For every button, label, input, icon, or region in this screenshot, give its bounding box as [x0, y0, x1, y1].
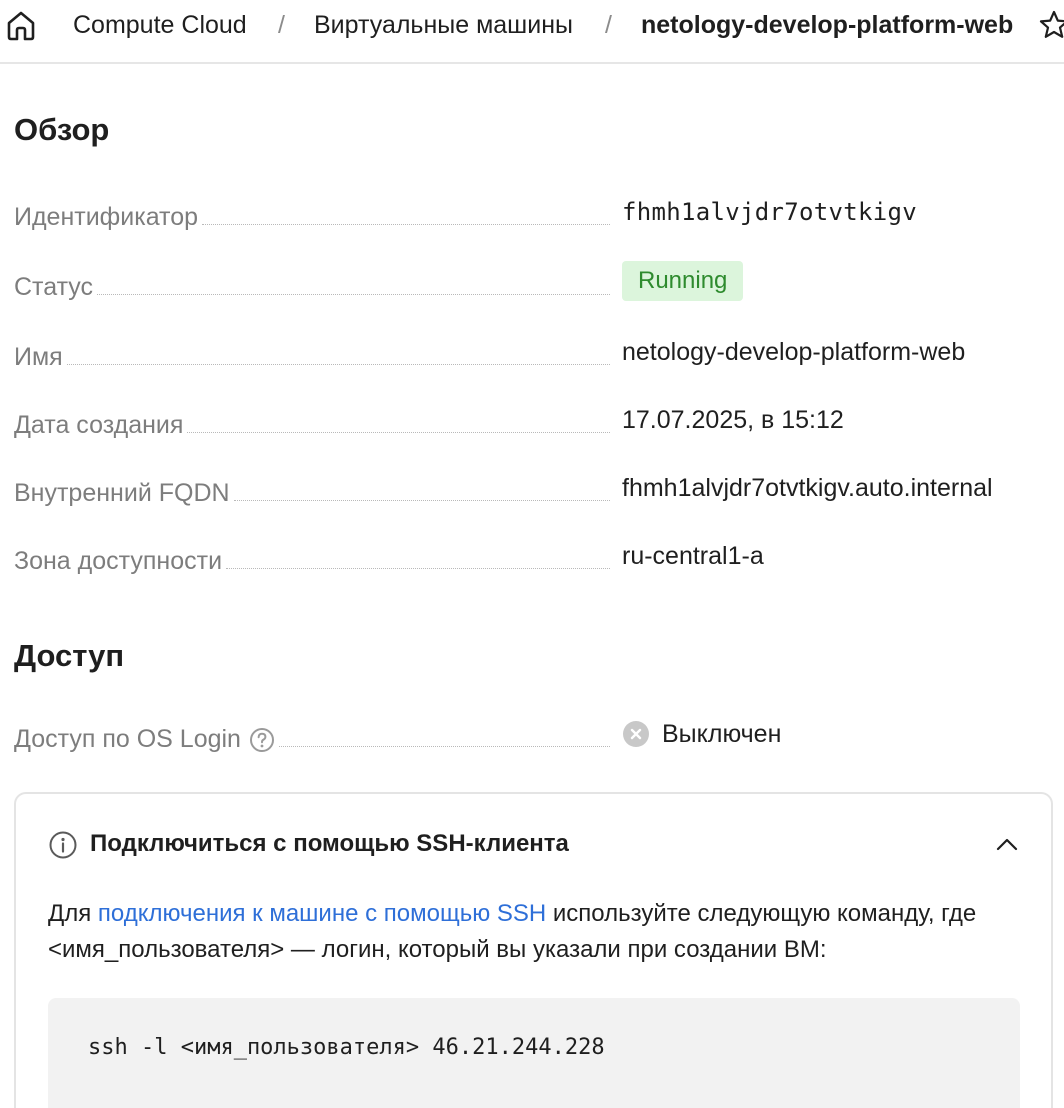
- zone-value: ru-central1-a: [622, 542, 764, 570]
- dotted-leader: [233, 500, 610, 501]
- breadcrumb-separator: /: [278, 11, 285, 39]
- row-id-label: Идентификатор: [14, 202, 203, 232]
- row-name-label: Имя: [14, 342, 67, 372]
- row-zone-label: Зона доступности: [14, 546, 227, 576]
- ssh-desc-prefix: Для: [48, 900, 98, 927]
- x-circle-icon: [623, 721, 649, 747]
- row-os-login: Доступ по OS Login Выключен: [14, 714, 1064, 754]
- row-status-label: Статус: [14, 272, 98, 302]
- vm-id-value: fhmh1alvjdr7otvtkigv: [622, 198, 917, 226]
- access-title: Доступ: [14, 638, 125, 673]
- row-id: Идентификатор fhmh1alvjdr7otvtkigv: [14, 192, 1064, 232]
- row-zone: Зона доступности ru-central1-a: [14, 536, 1064, 576]
- row-created-label: Дата создания: [14, 410, 188, 440]
- breadcrumb-current-vm: netology-develop-platform-web: [641, 11, 1014, 39]
- breadcrumb-separator: /: [605, 11, 612, 39]
- ssh-docs-link[interactable]: подключения к машине с помощью SSH: [98, 900, 546, 927]
- breadcrumb: Compute Cloud / Виртуальные машины / net…: [0, 0, 1064, 64]
- row-name: Имя netology-develop-platform-web: [14, 332, 1064, 372]
- status-badge: Running: [622, 261, 744, 301]
- dotted-leader: [226, 568, 610, 569]
- row-fqdn-label: Внутренний FQDN: [14, 478, 234, 508]
- question-circle-icon[interactable]: [249, 727, 275, 753]
- ssh-panel-title: Подключиться с помощью SSH-клиента: [90, 830, 569, 857]
- breadcrumb-compute-cloud[interactable]: Compute Cloud: [73, 8, 247, 42]
- ssh-command-text: ssh -l <имя_пользователя> 46.21.244.228: [88, 1035, 605, 1060]
- chevron-up-icon[interactable]: [994, 832, 1020, 858]
- row-created: Дата создания 17.07.2025, в 15:12: [14, 400, 1064, 440]
- home-icon[interactable]: [4, 8, 38, 42]
- dotted-leader: [202, 224, 610, 225]
- dotted-leader: [66, 364, 610, 365]
- ssh-connect-panel: Подключиться с помощью SSH-клиента Для п…: [14, 792, 1053, 1108]
- info-circle-icon: [49, 831, 77, 859]
- os-login-label-group: Доступ по OS Login: [14, 724, 279, 754]
- star-icon[interactable]: [1038, 9, 1064, 41]
- row-status: Статус Running: [14, 261, 1064, 302]
- row-fqdn: Внутренний FQDN fhmh1alvjdr7otvtkigv.aut…: [14, 468, 1064, 508]
- ssh-command-block[interactable]: ssh -l <имя_пользователя> 46.21.244.228: [48, 998, 1020, 1108]
- os-login-status-value: Выключен: [662, 720, 782, 748]
- ssh-panel-header[interactable]: Подключиться с помощью SSH-клиента: [48, 826, 1028, 862]
- ssh-description: Для подключения к машине с помощью SSH и…: [48, 896, 1028, 968]
- breadcrumb-virtual-machines[interactable]: Виртуальные машины: [314, 8, 573, 42]
- dotted-leader: [278, 746, 610, 747]
- dotted-leader: [187, 432, 610, 433]
- dotted-leader: [97, 294, 610, 295]
- os-login-label: Доступ по OS Login: [14, 725, 241, 753]
- fqdn-value: fhmh1alvjdr7otvtkigv.auto.internal: [622, 474, 993, 502]
- overview-title: Обзор: [14, 112, 110, 147]
- vm-overview-page: Compute Cloud / Виртуальные машины / net…: [0, 0, 1064, 1108]
- created-date-value: 17.07.2025, в 15:12: [622, 406, 844, 434]
- vm-name-value: netology-develop-platform-web: [622, 338, 966, 366]
